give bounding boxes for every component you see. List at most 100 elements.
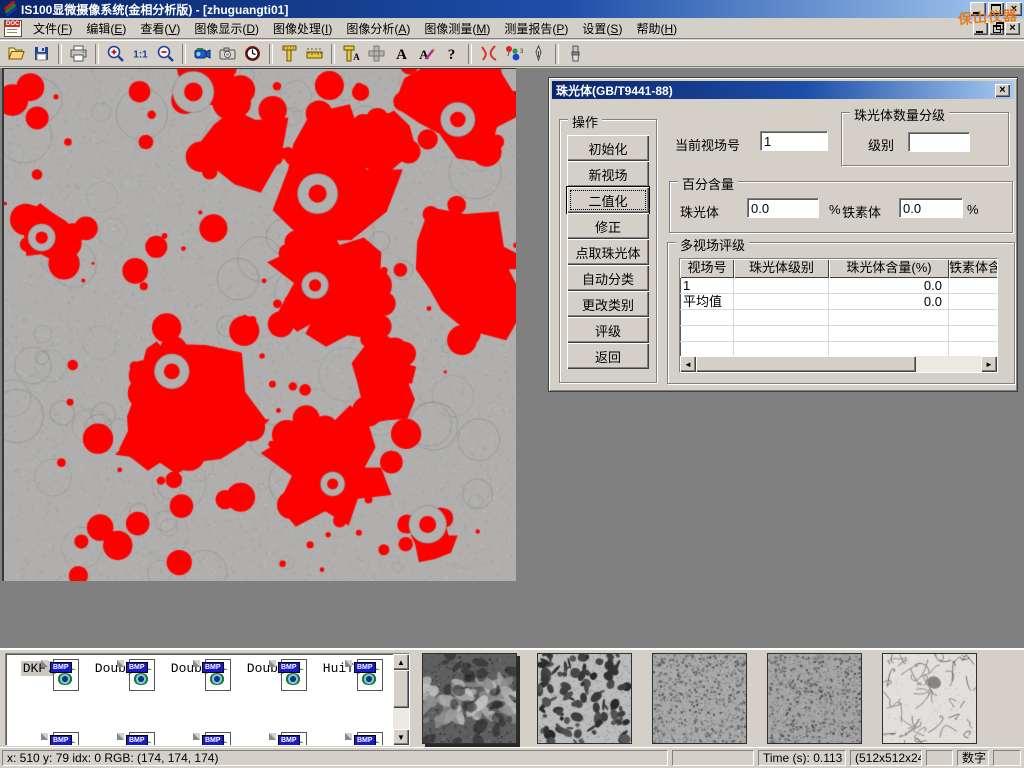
toolbar-separator [331,44,335,64]
file-item[interactable]: BMPDoubl... [166,659,238,676]
document-icon[interactable] [4,20,22,37]
current-view-input[interactable] [760,131,828,151]
ferrite-label: 铁素体 [842,202,881,221]
toolbar-button[interactable]: ? [439,42,464,66]
minimize-button[interactable] [970,2,986,16]
table-header-cell[interactable]: 视场号 [680,259,734,278]
file-item[interactable]: BMPDoubl... [242,659,314,676]
menu-item-1[interactable]: 文件(F) [26,18,79,39]
mdi-restore-button[interactable] [989,22,1004,35]
menu-item-8[interactable]: 测量报告(P) [497,18,575,39]
measure-text-icon: A [342,44,361,63]
toolbar-button[interactable] [526,42,551,66]
table-row[interactable] [680,310,997,326]
pearlite-input[interactable] [747,198,819,218]
vscroll-down-button[interactable]: ▼ [393,729,409,745]
file-list[interactable]: ▲ ▼ BMPDKF.bmpBMPDoubl...BMPDoubl...BMPD… [5,653,410,746]
preview-thumbnail-4[interactable] [767,653,862,744]
table-header-cell[interactable]: 珠光体级别 [734,259,829,278]
change-class-button[interactable]: 更改类别 [567,291,649,317]
hscroll-left-button[interactable]: ◄ [680,356,696,372]
hscroll-right-button[interactable]: ► [981,356,997,372]
table-row[interactable] [680,326,997,342]
binarize-button[interactable]: 二值化 [567,187,649,213]
table-row[interactable]: 10.0 [680,278,997,294]
new-field-button[interactable]: 新视场 [567,161,649,187]
menu-item-7[interactable]: 图像测量(M) [417,18,497,39]
toolbar-button[interactable]: A [414,42,439,66]
actual-size-icon: 1:1 [131,44,150,63]
toolbar-button[interactable]: 3 [501,42,526,66]
toolbar-button[interactable] [476,42,501,66]
toolbar-button[interactable] [190,42,215,66]
preview-thumbnail-1[interactable] [422,653,517,744]
table-hscrollbar[interactable]: ◄ ► [680,356,997,372]
hscroll-thumb[interactable] [696,356,916,372]
toolbar-separator [269,44,273,64]
menu-item-9[interactable]: 设置(S) [575,18,629,39]
return-button[interactable]: 返回 [567,343,649,369]
preview-thumbnail-5[interactable] [882,653,977,744]
table-header-cell[interactable]: 铁素体含量(%) [949,259,998,278]
table-cell [734,310,829,326]
maximize-button[interactable] [988,2,1004,16]
toolbar-button[interactable] [240,42,265,66]
toolbar-button[interactable] [66,42,91,66]
status-mode: 数字 [957,750,989,766]
auto-classify-button[interactable]: 自动分类 [567,265,649,291]
menu-item-4[interactable]: 图像显示(D) [187,18,266,39]
toolbar-button[interactable] [215,42,240,66]
toolbar-button[interactable] [153,42,178,66]
file-list-scrollbar[interactable]: ▲ ▼ [393,654,409,745]
menu-item-6[interactable]: 图像分析(A) [339,18,417,39]
table-row[interactable]: 平均值0.0 [680,294,997,310]
status-blank-1 [672,750,754,766]
table-cell [680,310,734,326]
dialog-close-button[interactable]: × [995,84,1010,97]
close-button[interactable]: × [1006,2,1022,16]
toolbar-button[interactable] [29,42,54,66]
table-header-cell[interactable]: 珠光体含量(%) [829,259,949,278]
field-table[interactable]: 视场号珠光体级别珠光体含量(%)铁素体含量(%) 10.0平均值0.0 ◄ ► [679,258,998,373]
file-item[interactable]: BMPHuiTi... [318,659,390,676]
svg-text:?: ? [448,47,456,63]
menu-item-3[interactable]: 查看(V) [133,18,187,39]
preview-thumbnail-3[interactable] [652,653,747,744]
table-cell [949,294,998,310]
preview-thumbnail-2[interactable] [537,653,632,744]
brush-icon [566,44,585,63]
metallographic-image[interactable] [2,68,516,581]
toolbar-button[interactable] [4,42,29,66]
menu-item-2[interactable]: 编辑(E) [79,18,133,39]
mdi-minimize-button[interactable] [973,22,988,35]
toolbar-button[interactable] [364,42,389,66]
toolbar-button[interactable] [563,42,588,66]
bottom-panel: ▲ ▼ BMPDKF.bmpBMPDoubl...BMPDoubl...BMPD… [0,648,1024,747]
init-button[interactable]: 初始化 [567,135,649,161]
menu-item-5[interactable]: 图像处理(I) [266,18,339,39]
dialog-title: 珠光体(GB/T9441-88) [556,82,673,99]
svg-text:A: A [353,52,360,62]
ferrite-input[interactable] [899,198,963,218]
toolbar-button[interactable] [103,42,128,66]
correct-button[interactable]: 修正 [567,213,649,239]
grade-input[interactable] [908,132,970,152]
mdi-close-button[interactable]: × [1005,22,1020,35]
status-bar: x: 510 y: 79 idx: 0 RGB: (174, 174, 174)… [0,747,1024,768]
toolbar-button[interactable]: A [389,42,414,66]
file-item[interactable]: BMPDoubl... [90,659,162,676]
vscroll-thumb[interactable] [393,670,409,708]
grade-button[interactable]: 评级 [567,317,649,343]
dialog-title-bar[interactable]: 珠光体(GB/T9441-88) × [552,81,1014,99]
file-item[interactable]: BMPDKF.bmp [14,659,86,676]
menu-item-10[interactable]: 帮助(H) [629,18,684,39]
toolbar-button[interactable]: 1:1 [128,42,153,66]
pick-pearlite-button[interactable]: 点取珠光体 [567,239,649,265]
vscroll-up-button[interactable]: ▲ [393,654,409,670]
status-blank-2 [926,750,953,766]
toolbar-button[interactable] [277,42,302,66]
table-cell: 0.0 [829,294,949,310]
toolbar-button[interactable] [302,42,327,66]
toolbar-button[interactable]: A [339,42,364,66]
caliper-icon [280,44,299,63]
